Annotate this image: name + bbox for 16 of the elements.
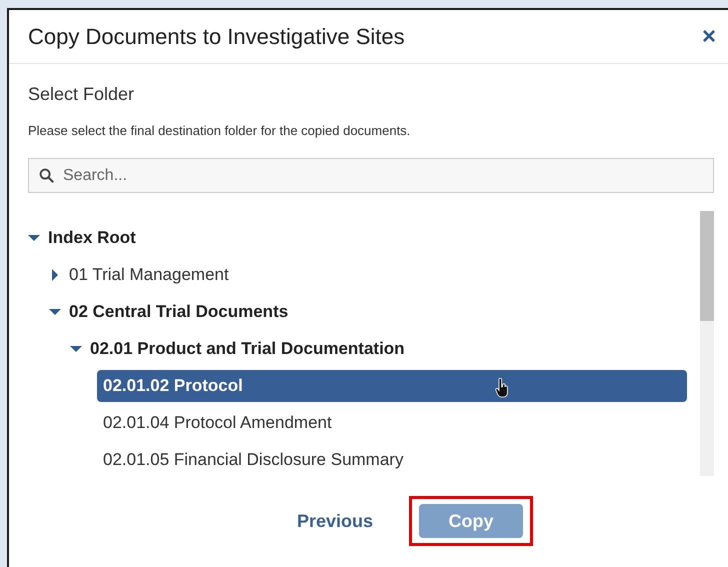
scrollbar[interactable] [700, 211, 714, 476]
tree-item[interactable]: 02.01.04 Protocol Amendment [97, 406, 339, 438]
caret-right-icon[interactable] [49, 268, 61, 280]
search-field[interactable]: Search... [28, 158, 714, 193]
tree-item[interactable]: Index Root [42, 222, 143, 254]
previous-link[interactable]: Previous [290, 510, 380, 532]
tree-item[interactable]: 02.01 Product and Trial Documentation [84, 332, 412, 364]
tree-item[interactable]: 02.01.05 Financial Disclosure Summary [97, 444, 410, 476]
description-text: Please select the final destination folder for the copied documents. [28, 123, 412, 138]
tree-item[interactable]: 02 Central Trial Documents [63, 296, 296, 328]
hand-cursor-icon [495, 378, 509, 398]
tree-item[interactable]: 02.01.02 Protocol [97, 370, 687, 402]
close-button[interactable]: × [702, 24, 716, 48]
section-title: Select Folder [28, 84, 136, 105]
dialog-title: Copy Documents to Investigative Sites [28, 24, 405, 50]
tree-item[interactable]: 01 Trial Management [63, 258, 236, 290]
